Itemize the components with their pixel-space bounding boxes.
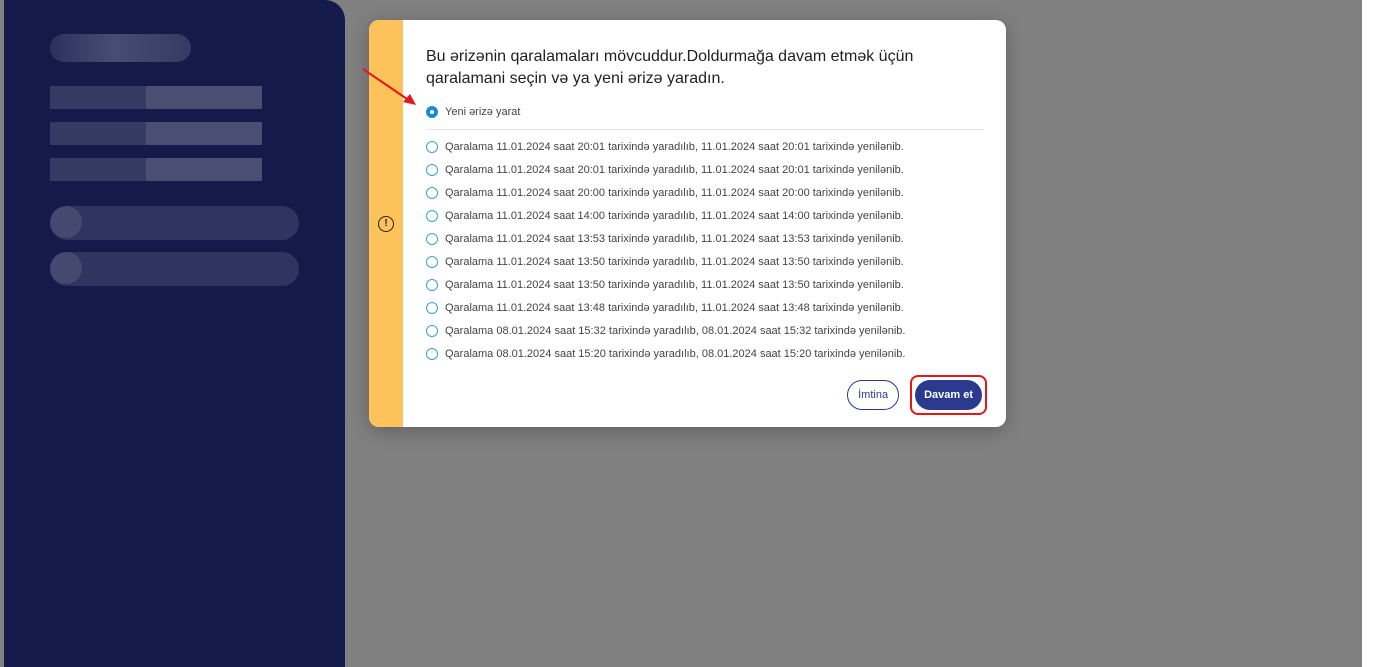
radio-option-draft[interactable]: Qaralama 08.01.2024 saat 15:32 tarixində…	[426, 319, 984, 342]
radio-option-draft[interactable]: Qaralama 11.01.2024 saat 14:00 tarixində…	[426, 204, 984, 227]
radio-label: Qaralama 11.01.2024 saat 13:48 tarixində…	[445, 301, 904, 314]
sidebar-menu-item-placeholder	[50, 206, 299, 240]
radio-label: Qaralama 11.01.2024 saat 13:50 tarixində…	[445, 278, 904, 291]
radio-unchecked-icon[interactable]	[426, 255, 438, 268]
draft-list: Qaralama 11.01.2024 saat 20:01 tarixində…	[426, 135, 984, 365]
radio-option-draft[interactable]: Qaralama 11.01.2024 saat 20:01 tarixində…	[426, 158, 984, 181]
radio-label: Qaralama 11.01.2024 saat 14:00 tarixində…	[445, 209, 904, 222]
radio-label: Yeni ərizə yarat	[445, 105, 521, 118]
radio-unchecked-icon[interactable]	[426, 232, 438, 245]
radio-unchecked-icon[interactable]	[426, 163, 438, 176]
radio-unchecked-icon[interactable]	[426, 209, 438, 222]
radio-option-draft[interactable]: Qaralama 11.01.2024 saat 13:48 tarixində…	[426, 296, 984, 319]
sidebar	[4, 0, 345, 667]
radio-option-new[interactable]: Yeni ərizə yarat	[426, 100, 984, 123]
draft-selection-dialog: ! Bu ərizənin qaralamaları mövcuddur.Dol…	[369, 20, 1006, 427]
radio-option-draft[interactable]: Qaralama 11.01.2024 saat 13:53 tarixində…	[426, 227, 984, 250]
dialog-actions: İmtina Davam et	[847, 375, 987, 415]
sidebar-menu-item-placeholder	[50, 252, 299, 286]
sidebar-text-placeholder	[50, 122, 262, 145]
radio-unchecked-icon[interactable]	[426, 140, 438, 153]
continue-button[interactable]: Davam et	[915, 380, 982, 410]
radio-unchecked-icon[interactable]	[426, 278, 438, 291]
radio-label: Qaralama 11.01.2024 saat 20:01 tarixində…	[445, 140, 904, 153]
radio-label: Qaralama 08.01.2024 saat 15:32 tarixində…	[445, 324, 906, 337]
radio-option-draft[interactable]: Qaralama 08.01.2024 saat 15:20 tarixində…	[426, 342, 984, 365]
sidebar-logo-placeholder	[50, 34, 191, 62]
continue-button-highlight: Davam et	[910, 375, 987, 415]
dialog-content: Bu ərizənin qaralamaları mövcuddur.Doldu…	[426, 20, 987, 415]
radio-option-draft[interactable]: Qaralama 11.01.2024 saat 13:50 tarixində…	[426, 273, 984, 296]
radio-checked-icon[interactable]	[426, 105, 438, 118]
radio-unchecked-icon[interactable]	[426, 186, 438, 199]
radio-unchecked-icon[interactable]	[426, 324, 438, 337]
radio-option-draft[interactable]: Qaralama 11.01.2024 saat 13:50 tarixində…	[426, 250, 984, 273]
divider	[426, 129, 984, 130]
radio-label: Qaralama 11.01.2024 saat 13:50 tarixində…	[445, 255, 904, 268]
radio-label: Qaralama 11.01.2024 saat 13:53 tarixində…	[445, 232, 904, 245]
radio-unchecked-icon[interactable]	[426, 301, 438, 314]
annotation-arrow-icon	[362, 68, 416, 105]
cancel-button[interactable]: İmtina	[847, 380, 900, 410]
radio-label: Qaralama 08.01.2024 saat 15:20 tarixində…	[445, 347, 906, 360]
radio-option-draft[interactable]: Qaralama 11.01.2024 saat 20:00 tarixində…	[426, 181, 984, 204]
radio-option-draft[interactable]: Qaralama 11.01.2024 saat 20:01 tarixində…	[426, 135, 984, 158]
sidebar-text-placeholder	[50, 158, 262, 181]
radio-label: Qaralama 11.01.2024 saat 20:01 tarixində…	[445, 163, 904, 176]
radio-label: Qaralama 11.01.2024 saat 20:00 tarixində…	[445, 186, 904, 199]
exclamation-circle-icon: !	[378, 216, 394, 232]
radio-unchecked-icon[interactable]	[426, 347, 438, 360]
sidebar-text-placeholder	[50, 86, 262, 109]
dialog-title: Bu ərizənin qaralamaları mövcuddur.Doldu…	[426, 48, 914, 87]
